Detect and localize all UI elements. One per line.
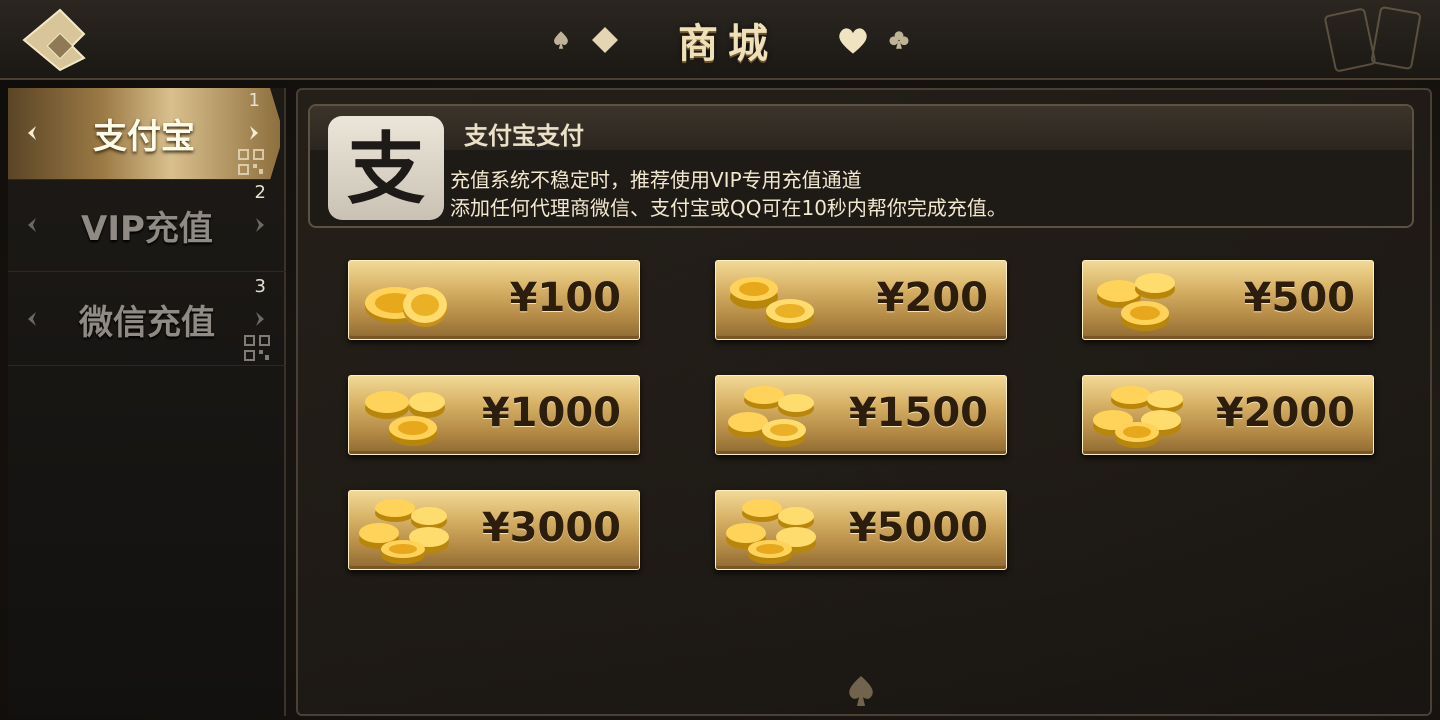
coins-icon bbox=[365, 287, 447, 327]
alipay-logo-icon: 支 bbox=[328, 116, 444, 220]
coins-icon bbox=[359, 499, 449, 564]
header-bar: 商城 bbox=[0, 0, 1440, 80]
amount-button[interactable]: ¥3000 bbox=[348, 490, 640, 570]
amount-button[interactable]: ¥100 bbox=[348, 260, 640, 340]
tab-vip-recharge[interactable]: VIP充值 2 bbox=[8, 180, 286, 272]
chevron-right-icon bbox=[250, 126, 258, 140]
payment-method-sidebar: 支付宝 1 VIP充值 2 微信充值 3 bbox=[8, 88, 286, 716]
chevron-left-icon bbox=[28, 218, 36, 232]
amount-label: ¥200 bbox=[876, 275, 988, 321]
amount-label: ¥3000 bbox=[481, 505, 621, 551]
info-line-1: 充值系统不稳定时，推荐使用VIP专用充值通道 bbox=[450, 168, 862, 192]
spade-ornament-icon bbox=[849, 676, 873, 706]
tab-label: 微信充值 bbox=[79, 303, 215, 343]
coins-icon bbox=[1097, 273, 1175, 331]
heart-icon bbox=[839, 28, 867, 54]
coins-icon bbox=[730, 277, 814, 329]
amount-label: ¥1500 bbox=[848, 390, 988, 436]
qr-code-icon bbox=[244, 335, 270, 361]
back-button[interactable] bbox=[22, 8, 100, 72]
tab-label: 支付宝 bbox=[93, 117, 195, 157]
alipay-info-box: 支 支付宝支付 充值系统不稳定时，推荐使用VIP专用充值通道 添加任何代理商微信… bbox=[308, 104, 1414, 228]
spade-icon bbox=[554, 31, 568, 49]
title-group: 商城 bbox=[520, 10, 940, 70]
diamond-icon bbox=[592, 27, 618, 53]
amount-button[interactable]: ¥5000 bbox=[715, 490, 1007, 570]
tab-alipay[interactable]: 支付宝 1 bbox=[8, 88, 280, 180]
tab-wechat-recharge[interactable]: 微信充值 3 bbox=[8, 274, 286, 366]
amount-button[interactable]: ¥2000 bbox=[1082, 375, 1374, 455]
page-title: 商城 bbox=[678, 21, 778, 67]
qr-code-icon bbox=[238, 149, 264, 175]
amount-label: ¥5000 bbox=[848, 505, 988, 551]
card-decoration-icon bbox=[1324, 6, 1421, 72]
back-arrow-icon bbox=[22, 8, 86, 72]
chevron-right-icon bbox=[256, 218, 264, 232]
info-line-2: 添加任何代理商微信、支付宝或QQ可在10秒内帮你完成充值。 bbox=[450, 196, 1007, 220]
tab-number: 2 bbox=[254, 182, 266, 203]
amount-label: ¥100 bbox=[509, 275, 621, 321]
tab-number: 1 bbox=[248, 90, 260, 111]
amount-label: ¥2000 bbox=[1215, 390, 1355, 436]
amount-button[interactable]: ¥200 bbox=[715, 260, 1007, 340]
shop-panel: 支 支付宝支付 充值系统不稳定时，推荐使用VIP专用充值通道 添加任何代理商微信… bbox=[296, 88, 1432, 716]
tab-label: VIP充值 bbox=[81, 209, 213, 249]
coins-icon bbox=[1093, 386, 1183, 448]
chevron-left-icon bbox=[28, 312, 36, 326]
alipay-logo-glyph: 支 bbox=[347, 125, 425, 215]
coins-icon bbox=[726, 499, 816, 564]
coins-icon bbox=[728, 386, 814, 447]
club-icon bbox=[889, 31, 909, 49]
amount-button[interactable]: ¥1000 bbox=[348, 375, 640, 455]
info-title: 支付宝支付 bbox=[464, 122, 584, 150]
amount-label: ¥500 bbox=[1243, 275, 1355, 321]
chevron-right-icon bbox=[256, 312, 264, 326]
amount-button[interactable]: ¥500 bbox=[1082, 260, 1374, 340]
amount-label: ¥1000 bbox=[481, 390, 621, 436]
chevron-left-icon bbox=[28, 126, 36, 140]
amount-button[interactable]: ¥1500 bbox=[715, 375, 1007, 455]
tab-number: 3 bbox=[254, 276, 266, 297]
coins-icon bbox=[365, 391, 445, 446]
